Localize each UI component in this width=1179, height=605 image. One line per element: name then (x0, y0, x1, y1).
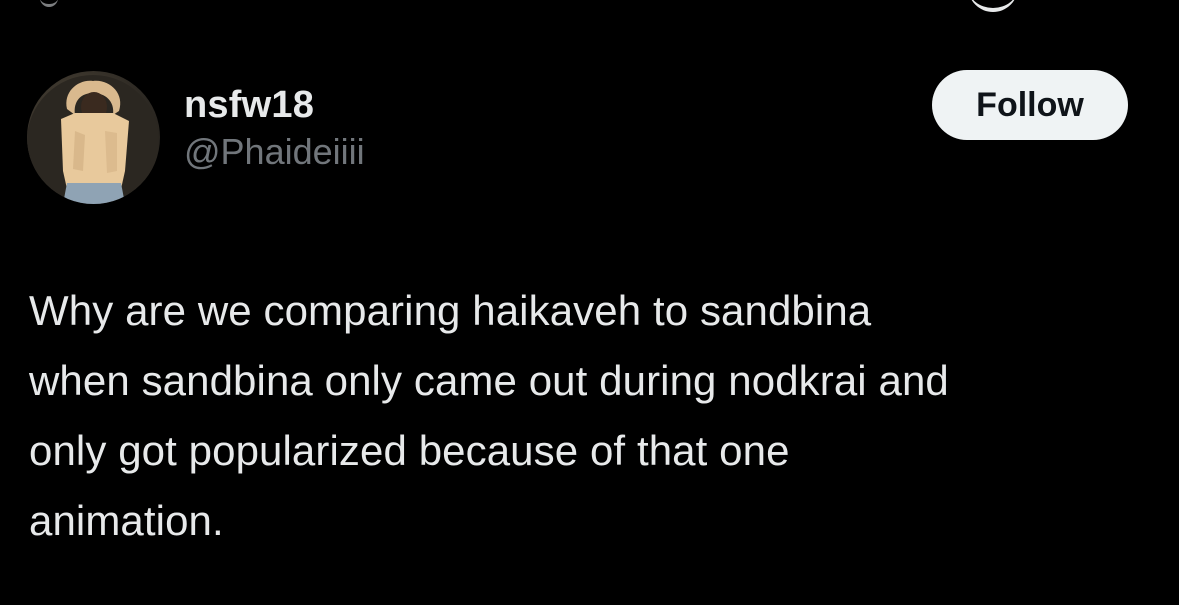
user-handle[interactable]: @Phaideiiii (184, 130, 365, 174)
display-name[interactable]: nsfw18 (184, 82, 365, 128)
tweet-text: Why are we comparing haikaveh to sandbin… (29, 276, 1159, 556)
follow-button[interactable]: Follow (932, 70, 1128, 140)
user-info: nsfw18 @Phaideiiii (184, 82, 365, 174)
tweet-text-line: Why are we comparing haikaveh to sandbin… (29, 287, 872, 334)
tweet-text-line: when sandbina only came out during nodkr… (29, 357, 949, 404)
tweet-header: nsfw18 @Phaideiiii Follow (0, 0, 1179, 210)
tweet-text-line: animation. (29, 497, 224, 544)
user-avatar-photo-icon (27, 75, 159, 204)
tweet-text-line: only got popularized because of that one (29, 427, 790, 474)
avatar[interactable] (27, 71, 160, 204)
